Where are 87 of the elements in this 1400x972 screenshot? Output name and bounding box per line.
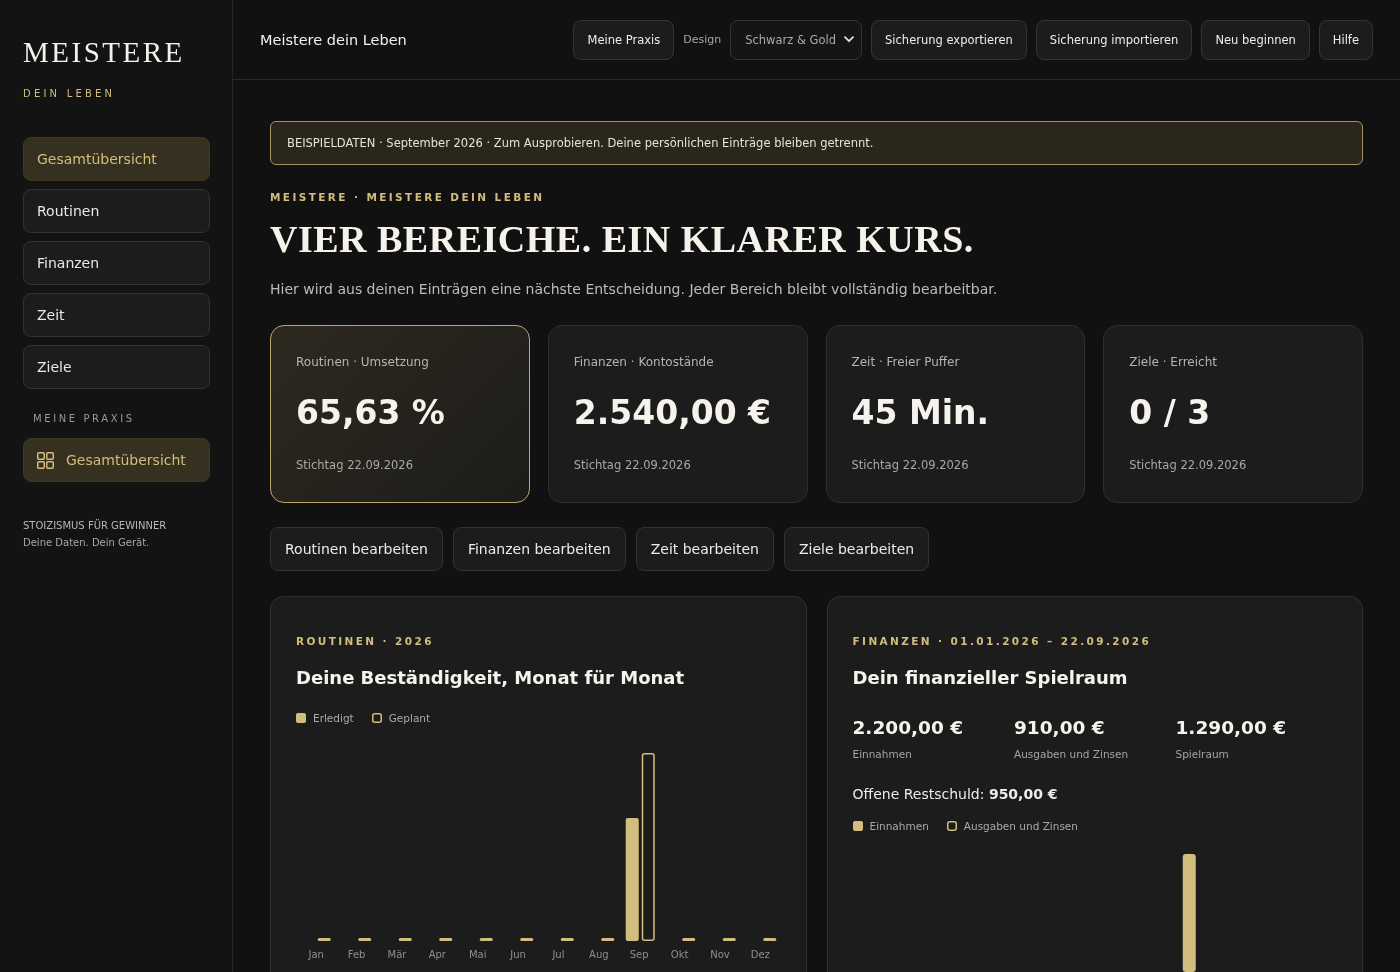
month-label: Nov	[709, 949, 731, 960]
nav-item[interactable]: Ziele	[23, 345, 210, 389]
page-title: Meistere dein Leben	[260, 31, 407, 48]
kpi-date: Stichtag 22.09.2026	[851, 458, 970, 472]
panel-eyebrow: ROUTINEN · 2026	[296, 634, 435, 648]
chevron-down-icon	[844, 36, 855, 43]
stat-label: Spielraum	[1175, 748, 1230, 760]
kpi-value: 45 Min.	[851, 393, 991, 433]
page-heading: VIER BEREICHE. EIN KLARER KURS.	[270, 217, 975, 261]
theme-select[interactable]: Schwarz & Gold	[730, 19, 863, 60]
notice-banner: BEISPIELDATEN · September 2026 · Zum Ausprobieren. Deine persönlichen Einträge bleiben getrennt.	[270, 121, 1363, 165]
planned-bar	[439, 938, 453, 941]
toolbar-button[interactable]: Sicherung exportieren	[871, 19, 1027, 60]
legend-label: Erledigt	[313, 712, 354, 724]
planned-bar	[722, 938, 736, 941]
footer-note: Deine Daten. Dein Gerät.	[23, 537, 151, 548]
legend-label: Geplant	[388, 712, 431, 724]
planned-bar	[682, 938, 696, 941]
kpi-date: Stichtag 22.09.2026	[573, 458, 692, 472]
kpi-value: 0 / 3	[1129, 393, 1212, 433]
panel-title: Deine Beständigkeit, Monat für Monat	[296, 666, 686, 690]
month-label: Apr	[427, 949, 447, 960]
planned-bar	[601, 938, 615, 941]
edit-button[interactable]: Finanzen bearbeiten	[452, 527, 626, 571]
edit-button[interactable]: Routinen bearbeiten	[270, 527, 443, 571]
kpi-card[interactable]: Routinen · Umsetzung 65,63 % Stichtag 22.09.2026	[270, 325, 530, 503]
month-label: Okt	[669, 949, 690, 960]
legend-label: Einnahmen	[869, 820, 929, 832]
stat-value: 910,00 €	[1014, 716, 1106, 740]
legend-swatch-icon	[371, 713, 382, 723]
kpi-label: Routinen · Umsetzung	[296, 354, 430, 371]
stat-value: 1.290,00 €	[1175, 716, 1288, 740]
kpi-card[interactable]: Zeit · Freier Puffer 45 Min. Stichtag 22.09.2026	[825, 325, 1086, 503]
section-label: MEINE PRAXIS	[33, 413, 136, 424]
toolbar-button[interactable]: Neu beginnen	[1201, 19, 1310, 60]
month-label: Dez	[749, 949, 771, 960]
planned-bar	[317, 938, 331, 941]
edit-button[interactable]: Ziele bearbeiten	[783, 527, 930, 571]
eyebrow-text: MEISTERE · MEISTERE DEIN LEBEN	[270, 191, 546, 203]
month-label: Sep	[628, 949, 650, 960]
planned-bar	[358, 938, 372, 941]
toolbar-button[interactable]: Sicherung importieren	[1035, 19, 1193, 60]
debt-text: Offene Restschuld: 950,00 €	[852, 786, 1059, 802]
kpi-date: Stichtag 22.09.2026	[1129, 458, 1248, 472]
legend-label: Ausgaben und Zinsen	[963, 820, 1078, 832]
nav-item[interactable]: Gesamtübersicht	[23, 137, 210, 181]
nav-item[interactable]: Gesamtübersicht	[23, 438, 210, 482]
month-label: Aug	[588, 949, 610, 960]
stat-label: Einnahmen	[852, 748, 913, 760]
legend-swatch-icon	[296, 713, 306, 723]
intro-text: Hier wird aus deinen Einträgen eine nächste Entscheidung. Jeder Bereich bleibt vollständig bearbeitbar.	[270, 280, 999, 299]
kpi-card[interactable]: Ziele · Erreicht 0 / 3 Stichtag 22.09.2026	[1103, 325, 1363, 503]
month-label: Jan	[307, 949, 325, 960]
kpi-label: Ziele · Erreicht	[1129, 354, 1218, 371]
panel-eyebrow: FINANZEN · 01.01.2026 – 22.09.2026	[852, 634, 1153, 648]
design-label: Design	[683, 33, 722, 46]
kpi-label: Zeit · Freier Puffer	[851, 354, 961, 371]
month-label: Mär	[386, 949, 408, 960]
footer-title: STOIZISMUS FÜR GEWINNER	[23, 520, 168, 531]
month-label: Mai	[467, 949, 488, 960]
kpi-value: 65,63 %	[296, 393, 446, 433]
legend-swatch-icon	[852, 821, 863, 831]
planned-bar	[520, 938, 534, 941]
planned-bar	[763, 938, 777, 941]
kpi-label: Finanzen · Kontostände	[573, 354, 715, 371]
planned-bar	[479, 938, 493, 941]
month-label: Jul	[551, 949, 566, 960]
stat-value: 2.200,00 €	[852, 716, 965, 740]
logo-tagline: DEIN LEBEN	[23, 88, 117, 99]
toolbar-button[interactable]: Hilfe	[1318, 19, 1373, 60]
panel-title: Dein finanzieller Spielraum	[852, 666, 1129, 690]
planned-bar	[560, 938, 574, 941]
kpi-value: 2.540,00 €	[573, 393, 773, 433]
kpi-date: Stichtag 22.09.2026	[296, 458, 414, 472]
nav-item[interactable]: Routinen	[23, 189, 210, 233]
grid-icon	[37, 451, 54, 469]
nav-item[interactable]: Finanzen	[23, 241, 210, 285]
kpi-card[interactable]: Finanzen · Kontostände 2.540,00 € Stichtag 22.09.2026	[547, 325, 808, 503]
planned-bar	[398, 938, 412, 941]
month-label: Feb	[346, 949, 367, 960]
nav-item[interactable]: Zeit	[23, 293, 210, 337]
month-label: Jun	[508, 949, 527, 960]
toolbar-button[interactable]: Meine Praxis	[573, 19, 675, 60]
logo-text: MEISTERE	[23, 36, 186, 68]
stat-label: Ausgaben und Zinsen	[1014, 748, 1130, 760]
edit-button[interactable]: Zeit bearbeiten	[635, 527, 774, 571]
legend-swatch-icon	[946, 821, 957, 831]
